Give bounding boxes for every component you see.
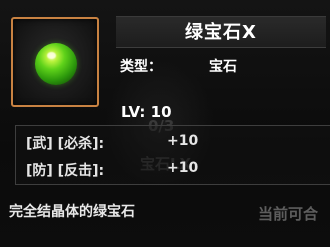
gem-highlight: [47, 52, 56, 59]
background-current-text: 当前可合: [258, 205, 319, 223]
stat-value: +10: [167, 133, 199, 149]
item-tooltip-panel: 0/3 宝石LX 当前可合 绿宝石X 类型： 宝石 LV: 10 [武] [必杀…: [0, 0, 330, 247]
stat-label: [武] [必杀]:: [26, 136, 105, 152]
green-gem-icon: [35, 43, 77, 85]
item-name: 绿宝石X: [185, 22, 257, 43]
item-type-value: 宝石: [209, 59, 237, 75]
item-type-label: 类型：: [120, 59, 162, 75]
item-description: 完全结晶体的绿宝石: [9, 204, 135, 220]
item-icon-slot[interactable]: [11, 17, 99, 107]
title-divider: [116, 47, 326, 48]
stat-value: +10: [167, 160, 199, 176]
item-level: LV: 10: [121, 103, 172, 121]
stat-label: [防] [反击]:: [26, 163, 105, 179]
